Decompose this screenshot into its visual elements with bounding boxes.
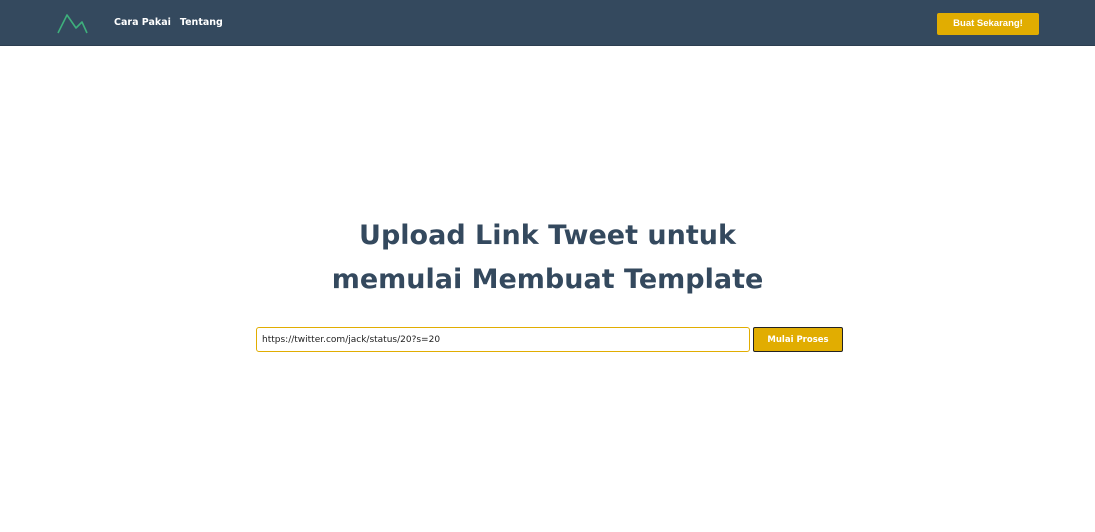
nav-link-cara-pakai[interactable]: Cara Pakai [114, 16, 171, 29]
buat-sekarang-button[interactable]: Buat Sekarang! [937, 13, 1039, 35]
mulai-proses-button[interactable]: Mulai Proses [753, 327, 843, 352]
title-line-1: Upload Link Tweet untuk [359, 220, 736, 251]
nav-links: Cara Pakai Tentang [114, 16, 223, 29]
mountain-logo-icon[interactable] [56, 11, 88, 35]
page-title: Upload Link Tweet untuk memulai Membuat … [0, 214, 1095, 302]
navbar: Cara Pakai Tentang Buat Sekarang! [0, 0, 1095, 46]
title-line-2: memulai Membuat Template [331, 264, 764, 295]
nav-link-tentang[interactable]: Tentang [180, 16, 223, 29]
tweet-url-input[interactable] [256, 327, 750, 352]
